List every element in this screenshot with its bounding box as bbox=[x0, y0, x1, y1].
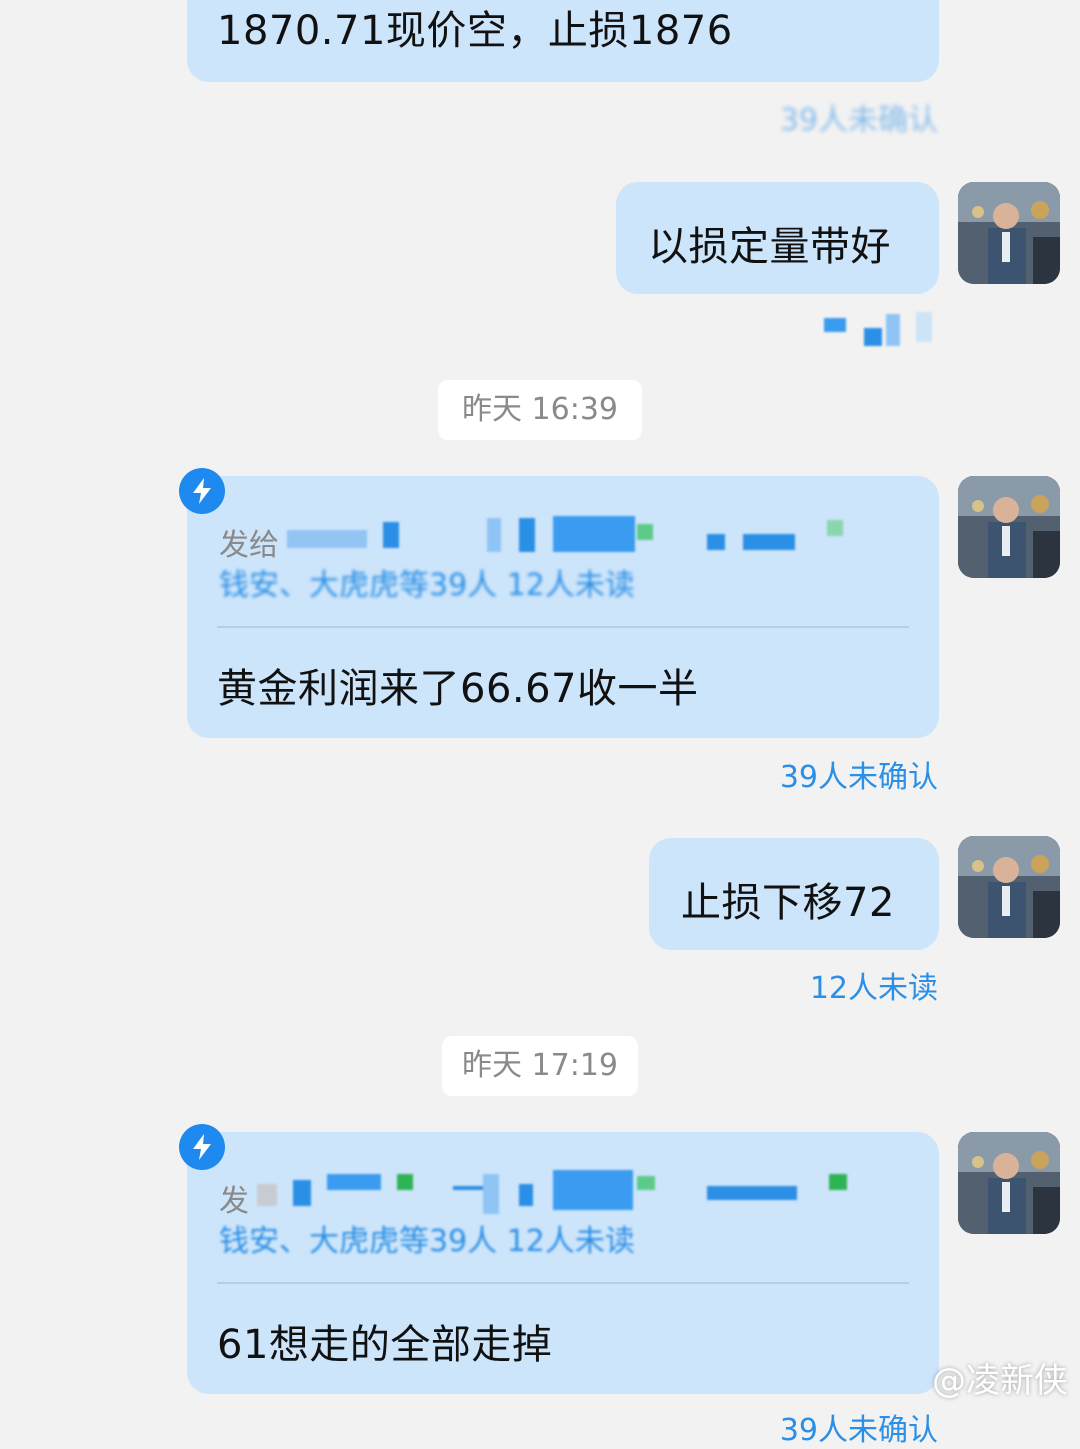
recipients-line-2[interactable]: 钱安、大虎虎等39人 12人未读 bbox=[219, 1216, 635, 1260]
ding-message-bubble-5[interactable]: 发 钱安、大虎虎等39人 12人未读 61想走的全部走掉 bbox=[187, 1132, 939, 1394]
avatar[interactable] bbox=[958, 836, 1060, 938]
recipients-line-1[interactable]: 发给 bbox=[219, 520, 279, 564]
recipients-redacted bbox=[287, 516, 847, 556]
lightning-bolt-icon bbox=[179, 1124, 225, 1170]
message-text: 止损下移72 bbox=[681, 880, 895, 926]
avatar[interactable] bbox=[958, 476, 1060, 578]
recipients-line-2[interactable]: 钱安、大虎虎等39人 12人未读 bbox=[219, 560, 635, 604]
divider bbox=[217, 626, 909, 628]
message-text: 1870.71现价空，止损1876 bbox=[217, 8, 733, 54]
recipients-line-1[interactable]: 发 bbox=[219, 1176, 249, 1220]
message-status-3[interactable]: 39人未确认 bbox=[780, 752, 938, 796]
message-bubble-4[interactable]: 止损下移72 bbox=[649, 838, 939, 950]
weibo-watermark: @凌新侠 bbox=[932, 1361, 1068, 1401]
divider bbox=[217, 1282, 909, 1284]
message-status-1[interactable]: 39人未确认 bbox=[780, 95, 938, 139]
message-text: 以损定量带好 bbox=[648, 224, 891, 270]
timestamp-chip: 昨天 17:19 bbox=[442, 1036, 638, 1096]
timestamp-chip: 昨天 16:39 bbox=[438, 380, 642, 440]
recipients-redacted bbox=[257, 1170, 857, 1214]
message-status-4[interactable]: 12人未读 bbox=[810, 963, 938, 1007]
avatar[interactable] bbox=[958, 182, 1060, 284]
message-text: 黄金利润来了66.67收一半 bbox=[217, 666, 699, 712]
ding-message-bubble-3[interactable]: 发给 钱安、大虎虎等39人 12人未读 黄金利润来了66.67收一半 bbox=[187, 476, 939, 738]
message-text: 61想走的全部走掉 bbox=[217, 1322, 553, 1368]
lightning-bolt-icon bbox=[179, 468, 225, 514]
message-status-2-redacted bbox=[824, 312, 936, 346]
message-status-5[interactable]: 39人未确认 bbox=[780, 1405, 938, 1449]
message-bubble-2[interactable]: 以损定量带好 bbox=[616, 182, 939, 294]
avatar[interactable] bbox=[958, 1132, 1060, 1234]
message-bubble-1[interactable]: 1870.71现价空，止损1876 bbox=[187, 0, 939, 82]
